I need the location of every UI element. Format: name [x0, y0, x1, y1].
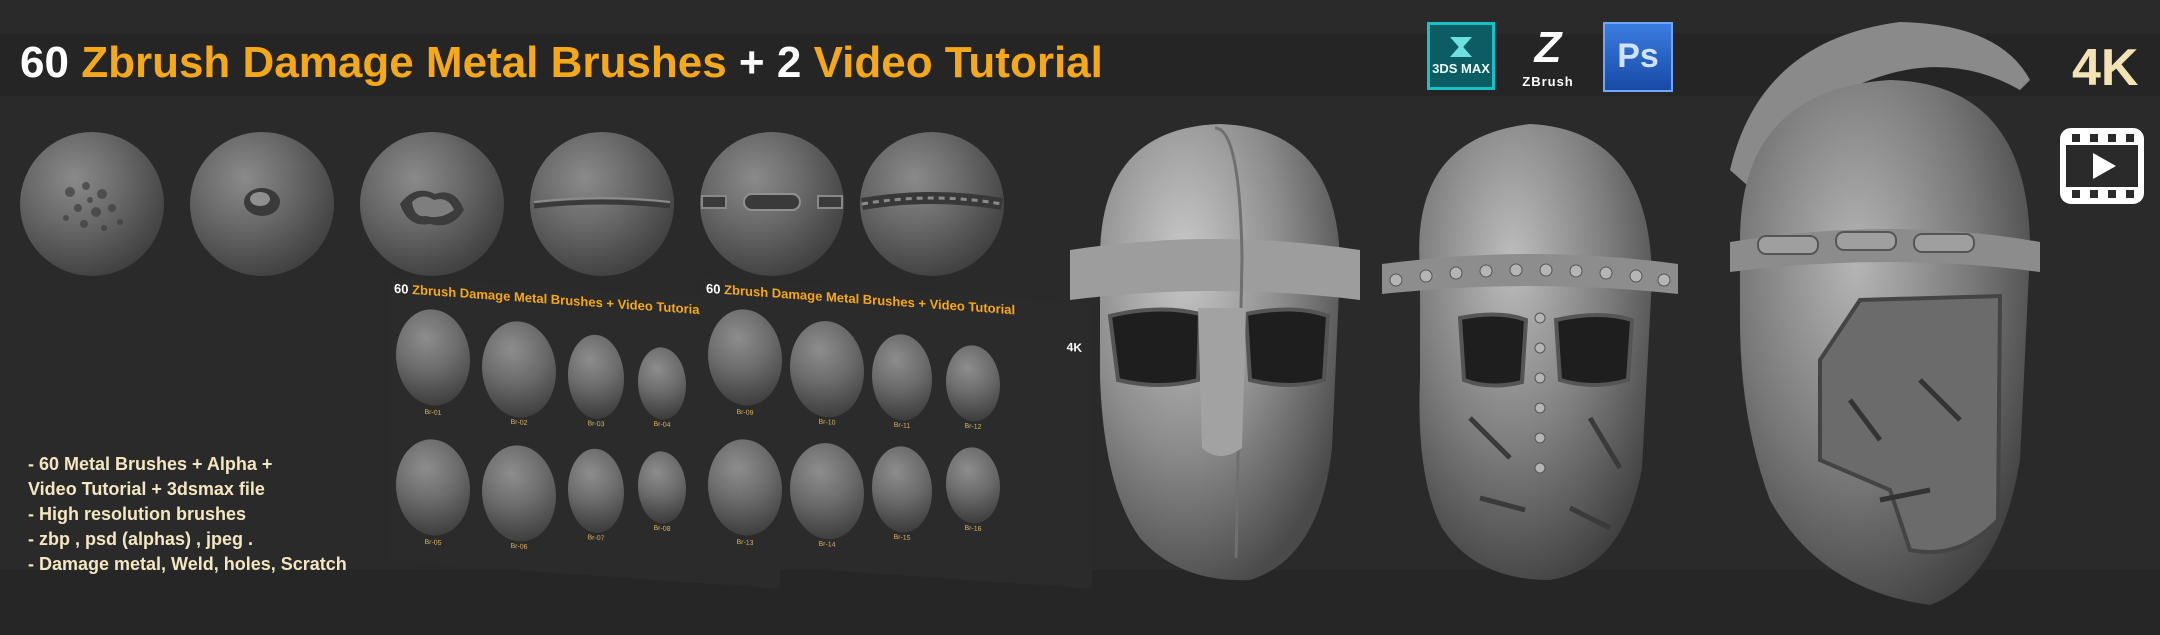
preview-brush-16: [946, 445, 1000, 526]
preview-label: Br-09: [736, 408, 754, 418]
zbrush-logo: Z ZBrush: [1518, 22, 1578, 94]
preview-label: Br-03: [587, 420, 605, 429]
title-count-brushes: 60: [20, 38, 69, 87]
resolution-badge: 4K: [2072, 39, 2139, 97]
preview-brush-1: [396, 306, 470, 409]
preview-label: Br-05: [424, 538, 442, 548]
preview-brush-5: [396, 436, 470, 539]
brush-sphere-pitted: [20, 132, 164, 276]
preview-label: Br-12: [964, 422, 982, 431]
preview-label: Br-06: [510, 542, 528, 552]
preview-label: Br-04: [653, 420, 671, 430]
zbrush-label: ZBrush: [1522, 74, 1574, 89]
feature-item: Video Tutorial + 3dsmax file: [28, 479, 265, 499]
zbrush-mark-icon: Z: [1534, 23, 1562, 72]
helmet-damaged: [1380, 118, 1680, 593]
preview-brush-8: [638, 449, 686, 526]
preview-label: Br-14: [818, 540, 836, 549]
brush-sphere-dent: [190, 132, 334, 276]
title-plus: +: [738, 38, 765, 87]
preview-label: Br-16: [964, 524, 982, 533]
preview-brush-13: [708, 436, 782, 539]
preview-brush-4: [638, 345, 686, 422]
preview-label: Br-08: [653, 524, 671, 534]
feature-item: - High resolution brushes: [28, 504, 247, 524]
preview-brush-3: [568, 332, 624, 421]
page-title: 60 Zbrush Damage Metal Brushes + 2 Video…: [20, 38, 1103, 88]
preview-brush-2: [482, 318, 556, 421]
photoshop-logo: Ps: [1603, 22, 1673, 92]
preview-label: Br-01: [424, 408, 442, 418]
3dsmax-logo: 3DS MAX: [1427, 22, 1495, 90]
preview-brush-12: [946, 343, 1000, 424]
preview-label: Br-15: [893, 533, 911, 543]
brush-sphere-weld-seam: [530, 132, 674, 276]
preview-sheet-2: 60 Zbrush Damage Metal Brushes + Video T…: [700, 276, 1092, 589]
preview-brush-15: [872, 444, 932, 535]
preview-brush-14: [790, 440, 864, 542]
preview-label: Br-13: [736, 538, 754, 548]
3dsmax-mark-icon: [1450, 37, 1472, 57]
brush-sphere-braid: [860, 132, 1004, 276]
preview-label: Br-10: [818, 418, 836, 427]
video-icon: [2060, 128, 2144, 209]
preview-label: Br-11: [893, 421, 911, 430]
title-count-videos: 2: [776, 38, 802, 87]
preview-label: Br-02: [510, 418, 528, 428]
helmet-smooth: [1070, 118, 1360, 593]
3dsmax-label: 3DS MAX: [1432, 61, 1490, 76]
title-brushes-text: Zbrush Damage Metal Brushes: [81, 38, 727, 87]
title-video-text: Video Tutorial: [813, 38, 1103, 87]
helmet-crested: [1700, 20, 2060, 615]
feature-item: - Damage metal, Weld, holes, Scratch: [28, 554, 347, 574]
preview-brush-7: [568, 446, 624, 535]
preview-brush-11: [872, 332, 932, 423]
feature-item: - 60 Metal Brushes + Alpha +: [28, 454, 273, 474]
preview-brush-6: [482, 442, 556, 545]
feature-list: - 60 Metal Brushes + Alpha + Video Tutor…: [28, 452, 347, 577]
preview-brush-10: [790, 318, 864, 420]
preview-label: Br-07: [587, 534, 605, 543]
preview-brush-9: [708, 306, 782, 409]
brush-sphere-slot: [700, 132, 844, 276]
feature-item: - zbp , psd (alphas) , jpeg .: [28, 529, 254, 549]
brush-sphere-crater: [360, 132, 504, 276]
